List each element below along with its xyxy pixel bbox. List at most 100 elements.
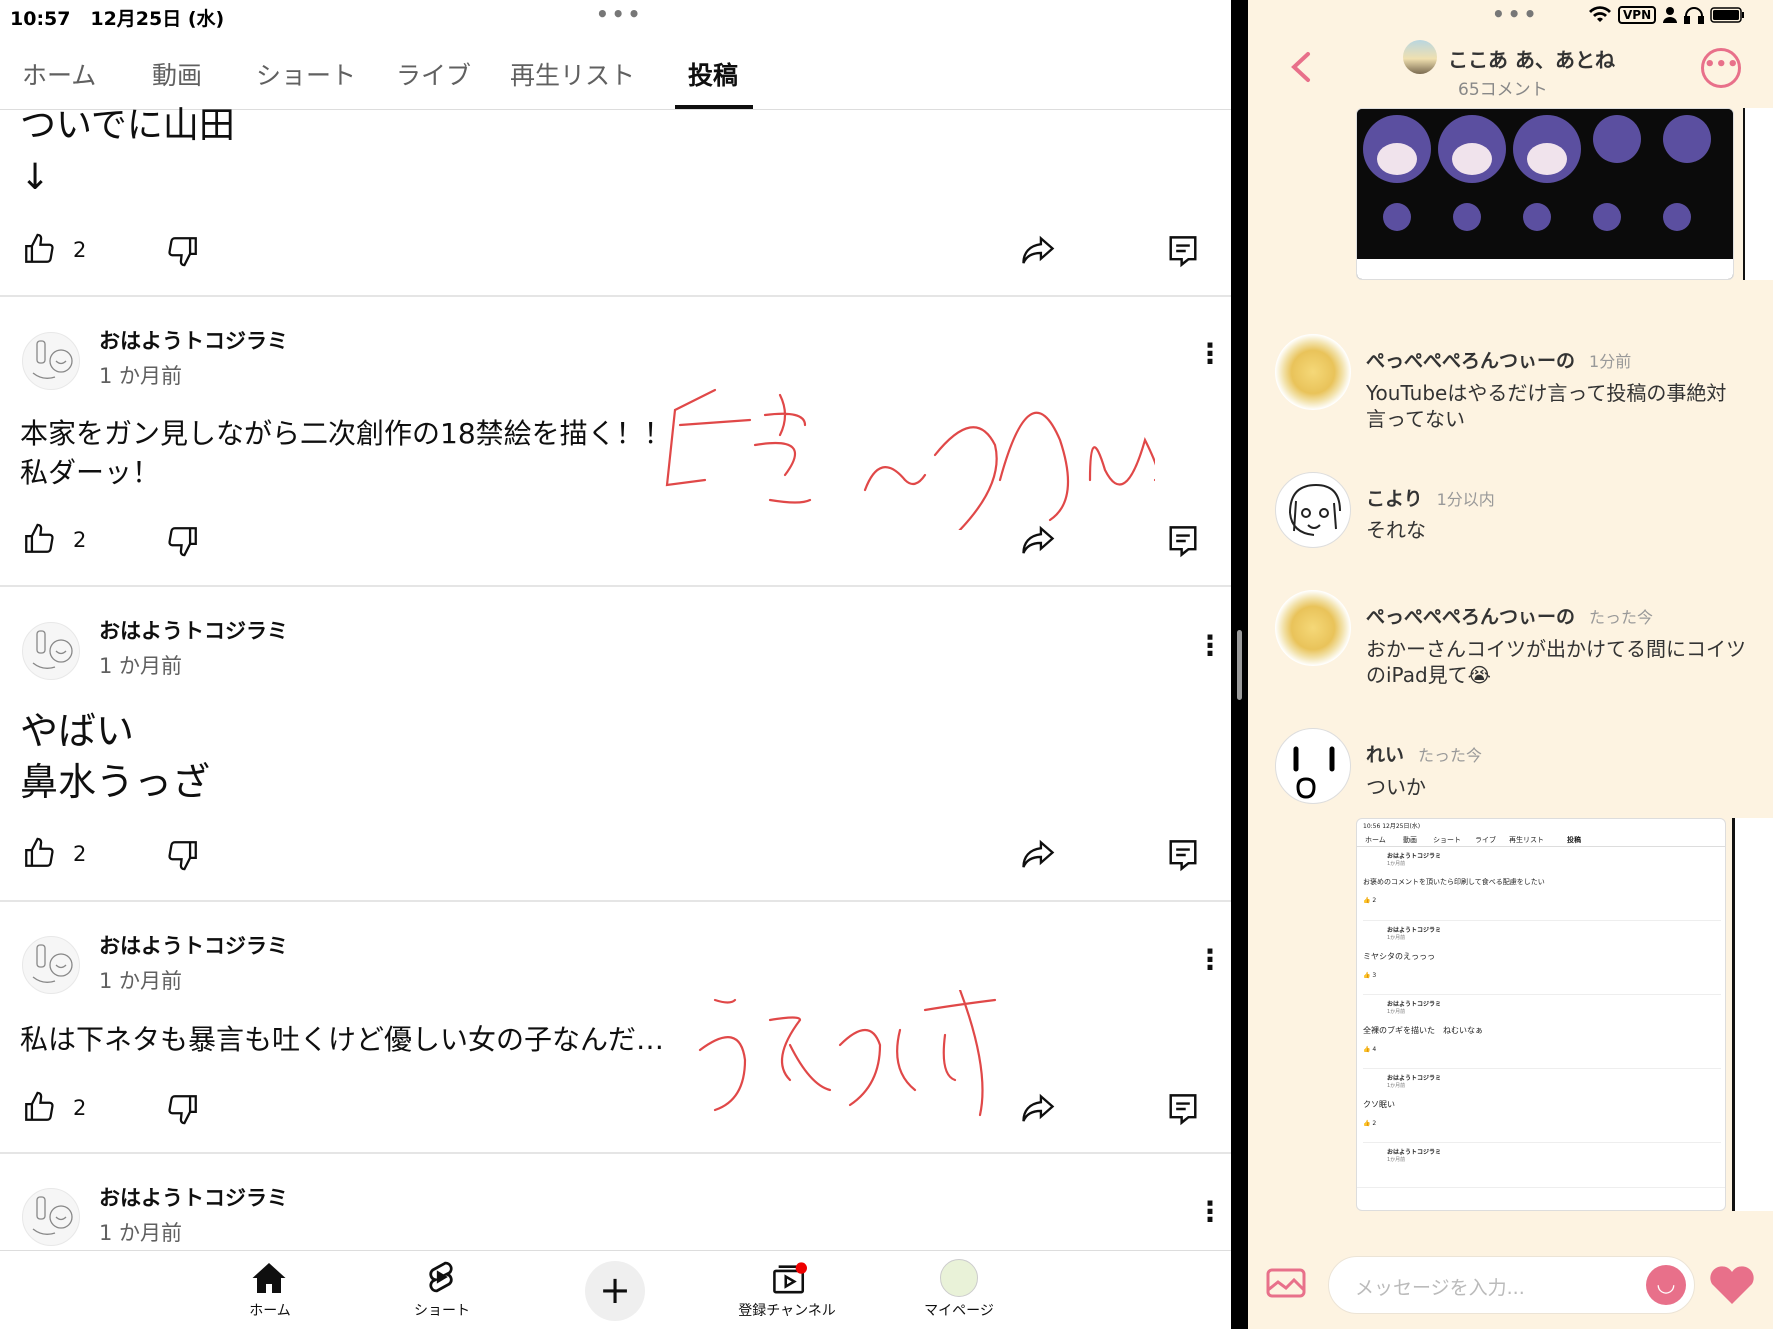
vpn-badge: VPN bbox=[1618, 6, 1657, 24]
more-options-icon[interactable]: ••• bbox=[1701, 48, 1741, 88]
back-chevron-icon[interactable] bbox=[1290, 50, 1312, 88]
avatar[interactable] bbox=[22, 1188, 80, 1246]
mini-post: おはようトコジラミ 1か月前 クソ眠い 👍 2 bbox=[1363, 1073, 1721, 1143]
share-icon[interactable] bbox=[1020, 234, 1056, 266]
shared-screenshot[interactable]: 10:56 12月25日(水) ホーム 動画 ショート ライブ 再生リスト 投稿… bbox=[1356, 818, 1726, 1211]
comment-text: YouTubeはやるだけ言って投稿の事絶対 bbox=[1366, 381, 1727, 405]
mini-status: 10:56 12月25日(水) bbox=[1363, 823, 1421, 830]
tab-playlists[interactable]: 再生リスト bbox=[510, 56, 635, 92]
comment-icon[interactable] bbox=[1168, 1092, 1198, 1126]
post-text: ついでに山田 bbox=[20, 105, 235, 146]
dislike-icon[interactable] bbox=[166, 234, 200, 268]
wifi-icon bbox=[1589, 6, 1611, 22]
commenter-avatar[interactable] bbox=[1275, 334, 1351, 410]
split-view-handle[interactable] bbox=[1237, 630, 1242, 700]
comment-time: たった今 bbox=[1589, 608, 1654, 627]
heart-icon[interactable] bbox=[1708, 1262, 1756, 1310]
tab-shorts[interactable]: ショート bbox=[256, 56, 356, 92]
divider bbox=[0, 585, 1231, 587]
tab-videos[interactable]: 動画 bbox=[152, 56, 202, 92]
home-icon[interactable] bbox=[251, 1261, 287, 1295]
chat-title: ここあ あ、あとね bbox=[1448, 48, 1615, 72]
commenter-avatar[interactable] bbox=[1275, 728, 1351, 804]
mini-post: おはようトコジラミ 1か月前 bbox=[1387, 1149, 1442, 1163]
side-strip bbox=[1732, 818, 1773, 1211]
sticker-icon[interactable]: ◡ bbox=[1646, 1265, 1686, 1305]
like-count: 2 bbox=[73, 1096, 87, 1120]
post-author[interactable]: おはようトコジラミ bbox=[99, 615, 288, 645]
more-vert-icon[interactable]: ⋮ bbox=[1196, 1198, 1224, 1226]
headphones-icon bbox=[1684, 7, 1705, 24]
post-author[interactable]: おはようトコジラミ bbox=[99, 325, 288, 355]
mini-post: おはようトコジラミ 1か月前 お褒めのコメントを頂いたら印刷して食べる配慮をした… bbox=[1363, 851, 1721, 921]
like-icon[interactable] bbox=[22, 836, 56, 870]
comment-icon[interactable] bbox=[1168, 234, 1198, 268]
post-author[interactable]: おはようトコジラミ bbox=[99, 930, 288, 960]
multitask-dots-icon[interactable]: ••• bbox=[1492, 2, 1539, 26]
more-vert-icon[interactable]: ⋮ bbox=[1196, 340, 1224, 368]
post-author[interactable]: おはようトコジラミ bbox=[99, 1182, 288, 1212]
commenter-avatar[interactable] bbox=[1275, 590, 1351, 666]
tab-live[interactable]: ライブ bbox=[396, 56, 471, 92]
post-text: 本家をガン見しながら二次創作の18禁絵を描く！！ bbox=[20, 417, 672, 450]
nav-profile-label[interactable]: マイページ bbox=[894, 1300, 1024, 1320]
like-icon[interactable] bbox=[22, 1090, 56, 1124]
tab-home[interactable]: ホーム bbox=[22, 56, 96, 92]
comment-time: 1分前 bbox=[1589, 352, 1632, 371]
commenter-avatar[interactable] bbox=[1275, 472, 1351, 548]
comment-text: ついか bbox=[1366, 775, 1426, 799]
dislike-icon[interactable] bbox=[166, 1092, 200, 1126]
comment-icon[interactable] bbox=[1168, 524, 1198, 558]
profile-avatar[interactable] bbox=[940, 1259, 978, 1297]
shorts-icon[interactable] bbox=[425, 1259, 457, 1295]
like-icon[interactable] bbox=[22, 522, 56, 556]
commenter-name[interactable]: ぺっぺぺぺろんつぃーの 1分前 bbox=[1366, 346, 1631, 373]
commenter-name[interactable]: こより 1分以内 bbox=[1366, 484, 1495, 511]
nav-subscriptions-label[interactable]: 登録チャンネル bbox=[722, 1300, 852, 1320]
avatar[interactable] bbox=[22, 332, 80, 390]
multitask-dots-icon[interactable]: ••• bbox=[596, 2, 643, 26]
comment-text: 言ってない bbox=[1366, 407, 1465, 431]
side-strip bbox=[1743, 108, 1773, 280]
more-vert-icon[interactable]: ⋮ bbox=[1196, 632, 1224, 660]
battery-icon bbox=[1710, 7, 1745, 23]
post-text: 私ダーッ！ bbox=[20, 456, 161, 489]
commenter-name[interactable]: れい たった今 bbox=[1366, 740, 1482, 767]
comment-time: 1分以内 bbox=[1436, 490, 1495, 509]
mini-post: おはようトコジラミ 1か月前 ミヤシタのえっっっ 👍 3 bbox=[1363, 925, 1721, 995]
dislike-icon[interactable] bbox=[166, 524, 200, 558]
commenter-name[interactable]: ぺっぺぺぺろんつぃーの たった今 bbox=[1366, 602, 1653, 629]
dislike-icon[interactable] bbox=[166, 838, 200, 872]
post-time: 1 か月前 bbox=[99, 969, 183, 993]
avatar[interactable] bbox=[22, 622, 80, 680]
message-input[interactable]: メッセージを入力... ◡ bbox=[1328, 1256, 1695, 1314]
shared-image[interactable] bbox=[1356, 108, 1734, 280]
post-text: やばい bbox=[20, 709, 135, 753]
image-picker-icon[interactable] bbox=[1266, 1266, 1306, 1304]
status-icons: VPN bbox=[1588, 6, 1746, 24]
handwritten-annotation bbox=[655, 380, 1160, 537]
comment-text: それな bbox=[1366, 518, 1426, 542]
youtube-pane: 10:57 12月25日 (水) ••• ホーム 動画 ショート ライブ 再生リ… bbox=[0, 0, 1231, 1329]
create-plus-button[interactable]: + bbox=[585, 1261, 645, 1321]
handwritten-annotation bbox=[690, 988, 1020, 1124]
like-icon[interactable] bbox=[22, 232, 56, 266]
comment-icon[interactable] bbox=[1168, 838, 1198, 872]
share-icon[interactable] bbox=[1020, 838, 1056, 870]
bottom-navigation: ホーム ショート + 登録チャンネル マイページ bbox=[0, 1250, 1231, 1329]
subscriptions-icon[interactable] bbox=[771, 1261, 809, 1295]
nav-home-label[interactable]: ホーム bbox=[205, 1300, 335, 1320]
like-count: 2 bbox=[73, 238, 87, 262]
divider bbox=[0, 900, 1231, 902]
comment-count: 65コメント bbox=[1458, 80, 1548, 100]
avatar[interactable] bbox=[22, 936, 80, 994]
tab-posts[interactable]: 投稿 bbox=[688, 56, 738, 92]
nav-shorts-label[interactable]: ショート bbox=[377, 1300, 507, 1320]
group-avatar[interactable] bbox=[1403, 40, 1437, 74]
comment-text: おかーさんコイツが出かけてる間にコイツ bbox=[1366, 637, 1746, 661]
share-icon[interactable] bbox=[1020, 1092, 1056, 1124]
active-tab-indicator bbox=[675, 105, 753, 109]
post-text-arrow: ↓ bbox=[20, 157, 51, 198]
split-view-divider[interactable] bbox=[1231, 0, 1248, 1329]
more-vert-icon[interactable]: ⋮ bbox=[1196, 946, 1224, 974]
